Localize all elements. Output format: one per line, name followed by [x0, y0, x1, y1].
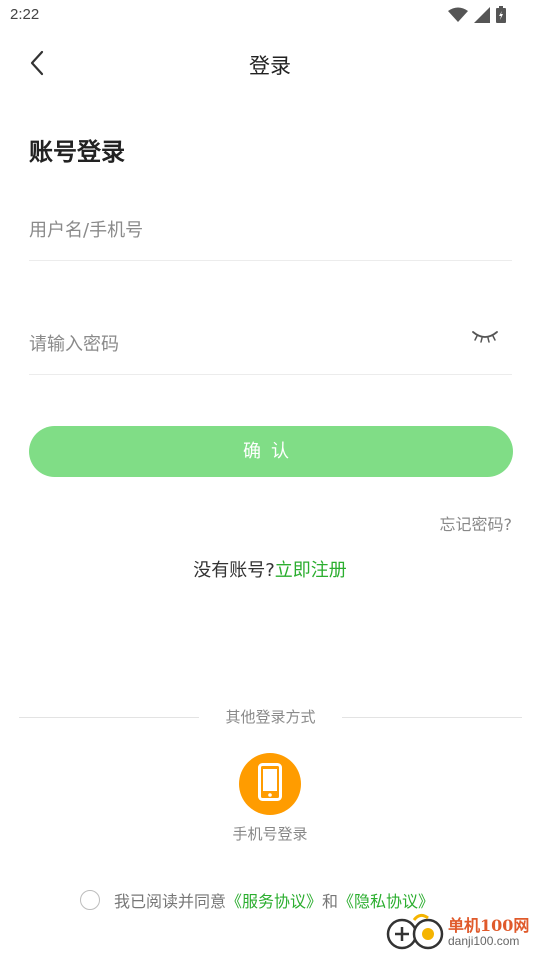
- register-link[interactable]: 立即注册: [275, 560, 347, 581]
- agreement-prefix: 我已阅读并同意: [114, 892, 227, 911]
- forgot-password-link[interactable]: 忘记密码?: [440, 511, 513, 535]
- watermark-title: 单机100网: [448, 916, 530, 935]
- password-input[interactable]: [29, 314, 449, 374]
- mobile-phone-icon: [258, 763, 282, 805]
- battery-icon: [496, 6, 506, 27]
- phone-login-label: 手机号登录: [232, 825, 308, 843]
- register-row: 没有账号?立即注册: [0, 556, 540, 582]
- confirm-button[interactable]: 确认: [29, 426, 513, 477]
- password-visibility-toggle[interactable]: [470, 326, 500, 350]
- password-field-container: [29, 314, 512, 375]
- agreement-conjunction: 和: [322, 892, 339, 911]
- divider-line-right: [342, 717, 522, 718]
- status-time: 2:22: [10, 6, 40, 23]
- watermark-url: danji100.com: [448, 934, 520, 948]
- phone-login-button[interactable]: 手机号登录: [220, 753, 320, 844]
- phone-login-circle: [239, 753, 301, 815]
- agreement-checkbox[interactable]: [80, 890, 100, 910]
- eye-closed-icon: [471, 328, 499, 348]
- username-field-container: [29, 200, 512, 261]
- watermark: 单机100网 danji100.com: [386, 906, 536, 956]
- agreement-row: 我已阅读并同意 《服务协议》 和 《隐私协议》: [80, 888, 434, 912]
- other-login-divider: 其他登录方式: [19, 706, 522, 728]
- cellular-signal-icon: [474, 6, 490, 27]
- no-account-text: 没有账号?: [193, 560, 275, 581]
- page-title: 登录: [249, 54, 291, 78]
- status-icons: [448, 6, 506, 27]
- username-input[interactable]: [29, 200, 512, 260]
- status-bar: 2:22: [0, 0, 540, 30]
- service-agreement-link[interactable]: 《服务协议》: [226, 888, 322, 912]
- section-title: 账号登录: [29, 138, 125, 166]
- nav-bar: 登录: [0, 36, 540, 92]
- wifi-icon: [448, 7, 468, 27]
